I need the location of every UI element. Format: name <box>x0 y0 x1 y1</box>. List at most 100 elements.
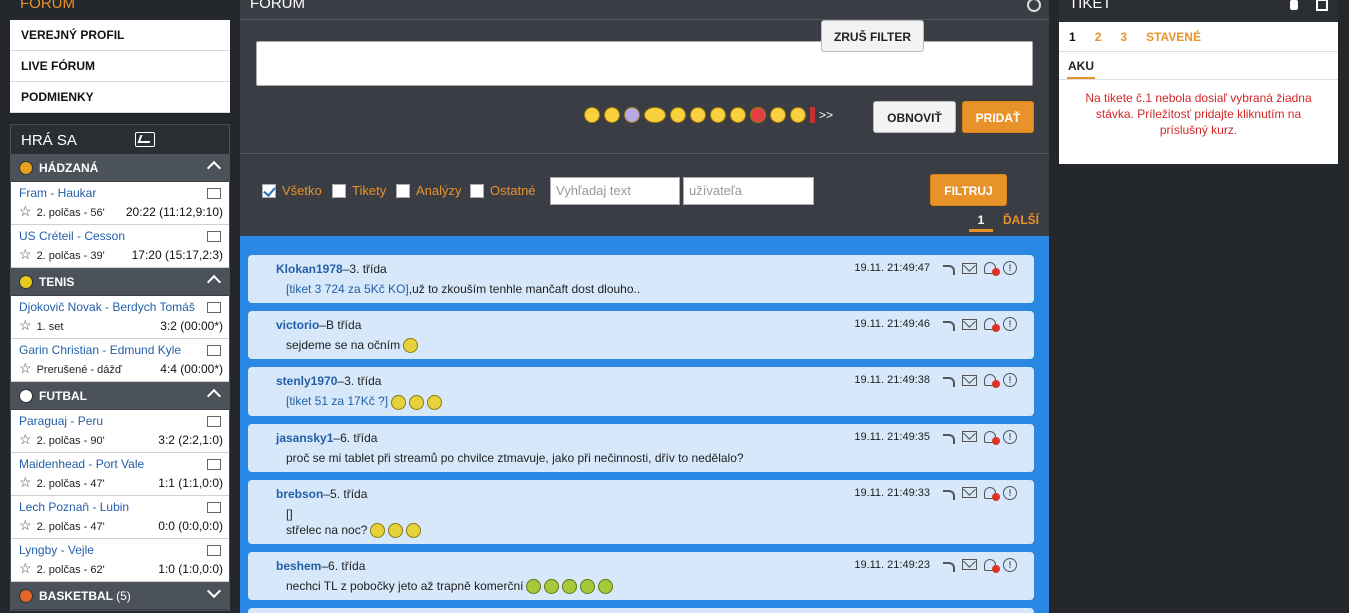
menu-public-profile[interactable]: VEREJNÝ PROFIL <box>10 20 230 51</box>
apply-filter-button[interactable]: FILTRUJ <box>930 174 1007 206</box>
smiley-icon[interactable] <box>710 107 726 123</box>
filter-analyses[interactable]: Analýzy <box>396 183 462 198</box>
reply-icon[interactable] <box>943 377 955 388</box>
star-icon[interactable]: ☆ <box>19 431 32 447</box>
match-teams[interactable]: Maidenhead - Port Vale <box>19 457 223 472</box>
live-stream-icon[interactable] <box>207 502 221 513</box>
match-row[interactable]: Garin Christian - Edmund Kyle ☆ Prerušené … <box>11 339 229 382</box>
star-icon[interactable]: ☆ <box>19 560 32 576</box>
mail-icon[interactable] <box>962 559 977 571</box>
report-icon[interactable]: ! <box>1003 557 1017 572</box>
match-row[interactable]: Lech Poznaň - Lubin ☆ 2. polčas - 47' 0:0 (… <box>11 496 229 539</box>
live-stream-icon[interactable] <box>207 231 221 242</box>
mail-icon[interactable] <box>962 262 977 274</box>
menu-conditions[interactable]: PODMIENKY <box>10 82 230 113</box>
post-author[interactable]: stenly1970 <box>276 374 337 388</box>
post-author[interactable]: jasansky1 <box>276 431 333 445</box>
match-teams[interactable]: Lyngby - Vejle <box>19 543 223 558</box>
sport-header[interactable]: BASKETBAL (5) <box>11 582 229 610</box>
star-icon[interactable]: ☆ <box>19 203 32 219</box>
match-row[interactable]: Djokovič Novak - Berdych Tomáš ☆ 1. set 3:2… <box>11 296 229 339</box>
report-icon[interactable]: ! <box>1003 261 1017 275</box>
chevron-icon[interactable] <box>206 274 222 290</box>
filter-all[interactable]: Všetko <box>262 183 322 198</box>
smiley-icon[interactable] <box>770 107 786 123</box>
add-post-button[interactable]: PRIDAŤ <box>962 101 1034 133</box>
smiley-icon[interactable] <box>690 107 706 123</box>
sport-header[interactable]: HÁDZANÁ <box>11 154 229 182</box>
live-stream-icon[interactable] <box>207 345 221 356</box>
search-text-input[interactable]: Vyhľadaj text <box>550 177 680 205</box>
post-ticket-link[interactable]: [tiket 3 724 za 5Kč KO] <box>286 282 409 296</box>
trash-icon[interactable] <box>1316 0 1328 11</box>
ticket-tab-2[interactable]: 2 <box>1095 30 1102 44</box>
chevron-icon[interactable] <box>206 160 222 176</box>
post-ticket-link[interactable]: [] <box>286 507 293 521</box>
ticket-tab-1[interactable]: 1 <box>1069 30 1076 44</box>
star-icon[interactable]: ☆ <box>19 317 32 333</box>
post-author[interactable]: victorio <box>276 318 319 332</box>
checkbox-analyses[interactable] <box>396 183 410 198</box>
smiley-icon[interactable] <box>750 107 766 123</box>
live-stream-icon[interactable] <box>207 188 221 199</box>
live-stream-icon[interactable] <box>207 416 221 427</box>
reply-icon[interactable] <box>943 433 955 444</box>
match-row[interactable]: US Créteil - Cesson ☆ 2. polčas - 39' 17:20… <box>11 225 229 268</box>
report-icon[interactable]: ! <box>1003 485 1017 500</box>
match-row[interactable]: Paraguaj - Peru ☆ 2. polčas - 90' 3:2 (2:2,… <box>11 410 229 453</box>
reply-icon[interactable] <box>943 489 955 500</box>
sport-header[interactable]: FUTBAL <box>11 382 229 410</box>
clear-filter-button[interactable]: ZRUŠ FILTER <box>821 20 924 52</box>
star-icon[interactable]: ☆ <box>19 246 32 262</box>
live-stream-icon[interactable] <box>207 302 221 313</box>
checkbox-all[interactable] <box>262 183 276 198</box>
mail-icon[interactable] <box>962 487 977 499</box>
star-icon[interactable]: ☆ <box>19 474 32 490</box>
refresh-button[interactable]: OBNOVIŤ <box>873 101 956 133</box>
chevron-icon[interactable] <box>206 583 222 599</box>
report-icon[interactable]: ! <box>1003 317 1017 331</box>
block-user-icon[interactable] <box>984 430 1000 445</box>
match-teams[interactable]: Fram - Haukar <box>19 186 223 201</box>
filter-tickets[interactable]: Tikety <box>332 183 386 198</box>
post-ticket-link[interactable]: [tiket 51 za 17Kč ?] <box>286 394 388 408</box>
menu-live-forum[interactable]: LIVE FÓRUM <box>10 51 230 82</box>
ticket-tab-3[interactable]: 3 <box>1120 30 1127 44</box>
post-author[interactable]: beshem <box>276 559 321 573</box>
star-icon[interactable]: ☆ <box>19 517 32 533</box>
smiley-icon[interactable] <box>810 107 815 123</box>
smiley-icon[interactable] <box>790 107 806 123</box>
post-author[interactable]: brebson <box>276 487 323 501</box>
tv-icon[interactable] <box>135 132 155 147</box>
reply-icon[interactable] <box>943 265 955 275</box>
block-user-icon[interactable] <box>984 374 1000 389</box>
match-teams[interactable]: Lech Poznaň - Lubin <box>19 500 223 515</box>
current-page[interactable]: 1 <box>969 210 993 232</box>
reply-icon[interactable] <box>943 561 955 572</box>
match-row[interactable]: Lyngby - Vejle ☆ 2. polčas - 62' 1:0 (1:0,0… <box>11 539 229 582</box>
report-icon[interactable]: ! <box>1003 373 1017 388</box>
match-teams[interactable]: Paraguaj - Peru <box>19 414 223 429</box>
match-row[interactable]: Maidenhead - Port Vale ☆ 2. polčas - 47' 1:… <box>11 453 229 496</box>
smiley-icon[interactable] <box>584 107 600 123</box>
user-input[interactable]: užívateľa <box>683 177 814 205</box>
mail-icon[interactable] <box>962 431 977 443</box>
star-icon[interactable]: ☆ <box>19 360 32 376</box>
reply-icon[interactable] <box>943 321 955 331</box>
block-user-icon[interactable] <box>984 558 1000 573</box>
pin-icon[interactable] <box>1290 0 1298 10</box>
mail-icon[interactable] <box>962 374 977 386</box>
live-stream-icon[interactable] <box>207 459 221 470</box>
match-teams[interactable]: US Créteil - Cesson <box>19 229 223 244</box>
post-author[interactable]: Klokan1978 <box>276 262 343 276</box>
chevron-icon[interactable] <box>206 388 222 404</box>
smiley-icon[interactable] <box>624 107 640 123</box>
more-smileys-link[interactable]: >> <box>819 108 833 122</box>
match-row[interactable]: Fram - Haukar ☆ 2. polčas - 56' 20:22 (11:1… <box>11 182 229 225</box>
tab-aku[interactable]: AKU <box>1067 59 1095 79</box>
sport-header[interactable]: TENIS <box>11 268 229 296</box>
report-icon[interactable]: ! <box>1003 429 1017 444</box>
match-teams[interactable]: Garin Christian - Edmund Kyle <box>19 343 223 358</box>
smiley-icon[interactable] <box>670 107 686 123</box>
block-user-icon[interactable] <box>984 486 1000 501</box>
